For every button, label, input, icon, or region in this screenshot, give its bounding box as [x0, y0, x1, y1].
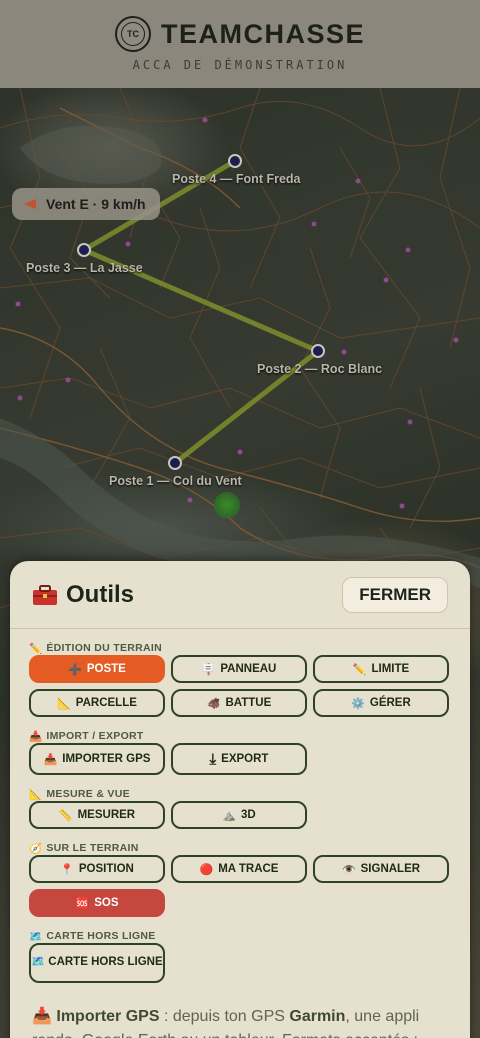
position-button[interactable]: 📍 POSITION [29, 855, 165, 883]
section-edition: ✏️ ÉDITION DU TERRAIN ➕ POSTE 🪧 PANNEAU ✏️… [10, 641, 470, 717]
eye-icon: 👁️ [341, 863, 356, 876]
add-poste-button[interactable]: ➕ POSTE [29, 655, 165, 683]
poste-label-2: Poste 2 — Roc Blanc [257, 362, 383, 376]
record-icon: 🔴 [199, 863, 214, 876]
mountain-icon: ⛰️ [222, 809, 236, 822]
current-position-dot [214, 492, 240, 518]
logo: TC [114, 16, 151, 52]
poste-label-1: Poste 1 — Col du Vent [109, 474, 242, 488]
signaler-button[interactable]: 👁️ SIGNALER [313, 855, 449, 883]
app-title: TEAMCHASSE [160, 18, 365, 49]
poste-marker-3[interactable] [77, 243, 91, 257]
wind-label: Vent E · 9 km/h [46, 196, 146, 212]
inbox-icon: 📥 [43, 753, 58, 766]
ruler-icon: 📏 [58, 809, 73, 822]
map-icon: 🗺️ [31, 956, 46, 969]
poste-marker-4[interactable] [228, 154, 242, 168]
section-terrain: 🧭 SUR LE TERRAIN 📍 POSITION 🔴 MA TRACE 👁️ S… [10, 841, 470, 917]
tools-panel: Outils FERMER ✏️ ÉDITION DU TERRAIN ➕ POS… [10, 561, 470, 1038]
ma-trace-button[interactable]: 🔴 MA TRACE [171, 855, 307, 883]
section-offline: 🗺️ CARTE HORS LIGNE 🗺️ CARTE HORS LIGNE [10, 929, 470, 983]
section-title-offline: 🗺️ CARTE HORS LIGNE [29, 930, 156, 943]
section-title-terrain: 🧭 SUR LE TERRAIN [29, 842, 139, 855]
battue-button[interactable]: 🐗 BATTUE [171, 689, 307, 717]
help-text-1: : depuis ton GPS [159, 1008, 290, 1025]
wind-arrow-icon [24, 199, 36, 209]
limite-button[interactable]: ✏️ LIMITE [313, 655, 449, 683]
view-3d-button[interactable]: ⛰️ 3D [171, 801, 307, 829]
triangle-ruler-icon: 📐 [29, 788, 43, 801]
sos-icon: 🆘 [75, 897, 90, 910]
logo-mark: TC [120, 22, 145, 46]
close-button[interactable]: FERMER [342, 576, 448, 613]
map-icon: 🗺️ [29, 930, 43, 943]
boar-icon: 🐗 [206, 697, 221, 710]
tools-panel-header: Outils FERMER [10, 561, 470, 629]
tools-panel-title: Outils [32, 581, 134, 609]
panneau-button[interactable]: 🪧 PANNEAU [171, 655, 307, 683]
gerer-button[interactable]: ⚙️ GÉRER [313, 689, 449, 717]
section-import-export: 📥 IMPORT / EXPORT 📥 IMPORTER GPS ⤓ EXPORT [10, 729, 470, 775]
triangle-ruler-icon: 📐 [57, 697, 71, 710]
tools-title-text: Outils [66, 580, 135, 608]
mesurer-button[interactable]: 📏 MESURER [29, 801, 165, 829]
poste-marker-2[interactable] [311, 344, 325, 358]
import-gps-button[interactable]: 📥 IMPORTER GPS [29, 743, 165, 775]
poste-label-3: Poste 3 — La Jasse [26, 261, 143, 275]
app-header: TC TEAMCHASSE ACCA DE DÉMONSTRATION [0, 0, 480, 88]
offline-map-button[interactable]: 🗺️ CARTE HORS LIGNE [29, 943, 165, 983]
parcelle-button[interactable]: 📐 PARCELLE [29, 689, 165, 717]
import-gps-help: 📥 Importer GPS : depuis ton GPS Garmin, … [32, 1005, 448, 1038]
sos-button[interactable]: 🆘 SOS [29, 889, 165, 917]
inbox-icon: 📥 [32, 1008, 52, 1025]
pin-icon: 📍 [60, 863, 74, 876]
poste-label-4: Poste 4 — Font Freda [172, 172, 301, 186]
offline-map-button-content: 🗺️ CARTE HORS LIGNE [31, 956, 163, 969]
section-title-edition: ✏️ ÉDITION DU TERRAIN [29, 642, 163, 655]
export-button[interactable]: ⤓ EXPORT [171, 743, 307, 775]
section-title-mesure: 📐 MESURE & VUE [29, 788, 130, 801]
brand: TC TEAMCHASSE [114, 16, 365, 52]
app-subtitle: ACCA DE DÉMONSTRATION [132, 58, 348, 72]
pencil-icon: ✏️ [29, 642, 43, 655]
compass-icon: 🧭 [29, 842, 43, 855]
wind-indicator: Vent E · 9 km/h [12, 188, 160, 220]
section-title-import: 📥 IMPORT / EXPORT [29, 730, 144, 743]
download-icon: ⤓ [209, 750, 217, 768]
pencil-icon: ✏️ [352, 663, 367, 676]
poste-marker-1[interactable] [168, 456, 182, 470]
section-mesure: 📐 MESURE & VUE 📏 MESURER ⛰️ 3D [10, 787, 470, 829]
inbox-icon: 📥 [29, 730, 43, 743]
sign-icon: 🪧 [201, 663, 216, 676]
toolbox-icon [33, 584, 57, 605]
help-strong-garmin: Garmin [289, 1008, 346, 1025]
help-strong-import: Importer GPS [56, 1008, 160, 1025]
gear-icon: ⚙️ [351, 697, 365, 710]
plus-icon: ➕ [68, 663, 82, 676]
